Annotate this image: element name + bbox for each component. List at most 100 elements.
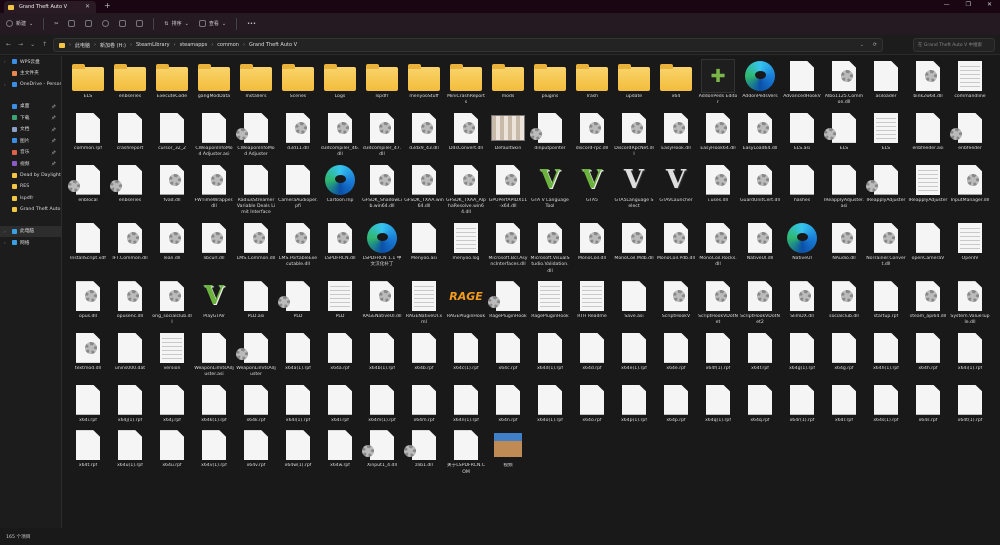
file-item[interactable]: x64l.rpf	[319, 382, 361, 427]
file-item[interactable]: bink2w64.dll	[907, 58, 949, 103]
file-item[interactable]: discord-rpc.dll	[571, 110, 613, 155]
file-item[interactable]: x64m(1).rpf	[361, 382, 403, 427]
refresh-button[interactable]: ⟳	[873, 42, 877, 48]
file-item[interactable]: NativeUI.dll	[739, 220, 781, 265]
sidebar-item[interactable]: 视频 📌	[0, 158, 61, 170]
file-item[interactable]: x64c(1).rpf	[445, 330, 487, 375]
file-item[interactable]: update	[613, 58, 655, 103]
file-item[interactable]: LMS.PortableExecutable.dll	[277, 220, 319, 272]
file-item[interactable]: NAudio.dll	[823, 220, 865, 265]
file-item[interactable]: MonoCoil.Rocks.dll	[697, 220, 739, 272]
file-item[interactable]: lspdfr	[361, 58, 403, 103]
file-item[interactable]: x64f.rpf	[739, 330, 781, 375]
file-item[interactable]: enbfeeder.asi	[907, 110, 949, 155]
file-item[interactable]: GuardUnitCert.dll	[739, 162, 781, 207]
file-item[interactable]: enbfeeder	[949, 110, 991, 155]
file-item[interactable]: x64d(1).rpf	[529, 330, 571, 375]
file-item[interactable]: DiscordRpcNet.dll	[613, 110, 655, 162]
sidebar-item[interactable]: Dead by Daylight	[0, 170, 61, 182]
file-item[interactable]: x64j.rpf	[151, 382, 193, 427]
file-item[interactable]: enbseries	[109, 162, 151, 207]
file-item[interactable]: x64q.rpf	[739, 382, 781, 427]
file-item[interactable]: x64n(1).rpf	[445, 382, 487, 427]
file-item[interactable]: x64b.rpf	[403, 330, 445, 375]
file-item[interactable]: EasyHook64.dll	[697, 110, 739, 155]
sidebar-item[interactable]: 文档 📌	[0, 124, 61, 136]
file-item[interactable]: 视频	[487, 427, 529, 472]
file-item[interactable]: PLD	[277, 278, 319, 323]
file-item[interactable]: menyoo.log	[445, 220, 487, 265]
file-item[interactable]: GPUPerfAPIDX11-x64.dll	[487, 162, 529, 214]
file-item[interactable]: LSPDFRCN.dll	[319, 220, 361, 265]
file-item[interactable]: x64f(1).rpf	[697, 330, 739, 375]
sidebar-item[interactable]: 音乐 📌	[0, 147, 61, 159]
file-item[interactable]: x64n.rpf	[487, 382, 529, 427]
file-item[interactable]: NativeUI	[781, 220, 823, 265]
file-item[interactable]: x64k(1).rpf	[193, 382, 235, 427]
file-item[interactable]: MonoCoil.Mdb.dll	[613, 220, 655, 265]
file-item[interactable]: x64r(1).rpf	[781, 382, 823, 427]
file-item[interactable]: x64t(1).rpf	[949, 382, 991, 427]
new-tab-button[interactable]: +	[104, 1, 111, 10]
file-item[interactable]: IReapplyAdjuster	[907, 162, 949, 207]
file-item[interactable]: x64w(1).rpf	[277, 427, 319, 472]
file-item[interactable]: EasyHook.dll	[655, 110, 697, 155]
breadcrumb-item[interactable]: 此电脑	[75, 42, 90, 49]
file-item[interactable]: crashreport	[109, 110, 151, 155]
sidebar-item[interactable]: lspdfr	[0, 193, 61, 205]
file-item[interactable]: DefaultSkin	[487, 110, 529, 155]
file-item[interactable]: WeaponLimitsAdjuster.asi	[193, 330, 235, 382]
file-item[interactable]: enblocal	[67, 162, 109, 207]
file-item[interactable]: fvad.dll	[151, 162, 193, 207]
file-item[interactable]: x64j(1).rpf	[109, 382, 151, 427]
file-item[interactable]: x64i(1).rpf	[949, 330, 991, 375]
file-item[interactable]: x64g.rpf	[823, 330, 865, 375]
file-item[interactable]: x64p.rpf	[655, 382, 697, 427]
file-item[interactable]: textmod.dll	[67, 330, 109, 375]
cut-button[interactable]: ✂	[54, 21, 58, 27]
file-item[interactable]: RAGENativeUI.xml	[403, 278, 445, 330]
file-item[interactable]: Microsoft.VisualStudio.Validation.dll	[529, 220, 571, 278]
breadcrumb-item[interactable]: Grand Theft Auto V	[249, 42, 297, 48]
file-item[interactable]: x64b(1).rpf	[361, 330, 403, 375]
file-item[interactable]: RTH Readme	[571, 278, 613, 323]
file-item[interactable]: Trash	[571, 58, 613, 103]
file-item[interactable]: Menyoo.asi	[403, 220, 445, 265]
file-item[interactable]: x64p(1).rpf	[613, 382, 655, 427]
file-item[interactable]: x64h(1).rpf	[865, 330, 907, 375]
file-item[interactable]: System.ValueTuple.dll	[949, 278, 991, 330]
file-item[interactable]: mods	[487, 58, 529, 103]
breadcrumb-item[interactable]: steamapps	[180, 42, 208, 48]
file-item[interactable]: ELS.asi	[781, 110, 823, 155]
file-item[interactable]: OpenIV	[949, 220, 991, 265]
file-item[interactable]: x64g(1).rpf	[781, 330, 823, 375]
file-item[interactable]: asiloader	[865, 58, 907, 103]
file-item[interactable]: opus.dll	[67, 278, 109, 323]
file-item[interactable]: x64o.rpf	[571, 382, 613, 427]
file-item[interactable]: libcurl.dll	[193, 220, 235, 265]
file-item[interactable]: x64v.rpf	[235, 427, 277, 472]
up-button[interactable]: ↑	[42, 41, 47, 48]
file-item[interactable]: ELS	[67, 58, 109, 103]
file-item[interactable]: cursor_32_2	[151, 110, 193, 155]
file-item[interactable]: x64s(1).rpf	[865, 382, 907, 427]
file-item[interactable]: x64	[655, 58, 697, 103]
file-item[interactable]: AddonPedsVers	[739, 58, 781, 103]
file-item[interactable]: AdvancedHookV	[781, 58, 823, 103]
close-button[interactable]: ✕	[987, 1, 992, 8]
more-button[interactable]: •••	[247, 21, 256, 27]
copy-button[interactable]	[68, 20, 76, 27]
file-item[interactable]: ELS	[823, 110, 865, 155]
file-item[interactable]: x64l(1).rpf	[277, 382, 319, 427]
address-history-dropdown[interactable]: ⌄	[860, 42, 864, 48]
file-item[interactable]: d3dcompiler_47.dll	[361, 110, 403, 162]
file-item[interactable]: x64h.rpf	[907, 330, 949, 375]
file-item[interactable]: Installers	[235, 58, 277, 103]
file-item[interactable]: orig_socialclub.dll	[151, 278, 193, 330]
file-item[interactable]: EasyLoad64.dll	[739, 110, 781, 155]
file-item[interactable]: steam_api64.dll	[907, 278, 949, 323]
breadcrumb-item[interactable]: common	[217, 42, 239, 48]
file-item[interactable]: SlimDX.dll	[781, 278, 823, 323]
file-item[interactable]: RagePluginHook	[529, 278, 571, 323]
search-input[interactable]: 在 Grand Theft Auto V 中搜索	[913, 38, 995, 52]
